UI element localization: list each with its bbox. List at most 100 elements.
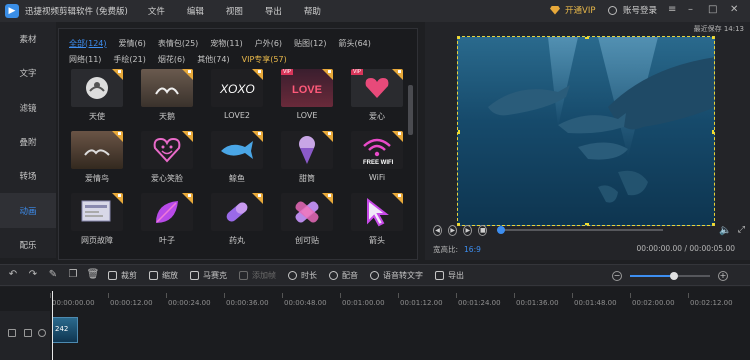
scrollbar-thumb[interactable] bbox=[408, 85, 413, 135]
ruler-tick bbox=[456, 293, 457, 298]
menu-file[interactable]: 文件 bbox=[148, 5, 165, 17]
zoom-out-icon[interactable]: − bbox=[612, 271, 622, 281]
ruler-tick bbox=[108, 293, 109, 298]
tab-fireworks[interactable]: 烟花(6) bbox=[158, 54, 185, 65]
add-frame-button[interactable]: 添加帧 bbox=[239, 270, 276, 281]
menu-icon[interactable]: ≡ bbox=[668, 5, 676, 15]
dubbing-label: 配音 bbox=[342, 270, 358, 280]
tab-vip[interactable]: VIP专享(57) bbox=[242, 54, 287, 65]
tab-love[interactable]: 爱情(6) bbox=[119, 38, 146, 49]
zoom-slider[interactable] bbox=[630, 272, 710, 280]
vip-button[interactable]: 开通VIP bbox=[550, 4, 595, 16]
resize-handle[interactable] bbox=[458, 130, 460, 134]
ruler-tick bbox=[688, 293, 689, 298]
minimize-icon[interactable]: – bbox=[688, 5, 693, 15]
material-tile[interactable]: VIP 爱心 bbox=[349, 69, 405, 122]
menu-help[interactable]: 帮助 bbox=[304, 5, 321, 17]
ruler-tick bbox=[572, 293, 573, 298]
tab-handdrawn[interactable]: 手绘(21) bbox=[113, 54, 145, 65]
tab-all[interactable]: 全部(124) bbox=[69, 38, 107, 49]
sidebar: 素材 文字 滤镜 叠附 转场 动画 配乐 bbox=[0, 22, 56, 258]
maximize-icon[interactable]: □ bbox=[708, 5, 717, 15]
material-tile[interactable]: 爱情鸟 bbox=[69, 131, 125, 184]
resize-handle[interactable] bbox=[585, 37, 589, 39]
resize-handle[interactable] bbox=[712, 37, 714, 39]
close-icon[interactable]: ✕ bbox=[730, 5, 738, 15]
sidebar-item-animation[interactable]: 动画 bbox=[0, 193, 56, 228]
webpage-icon bbox=[71, 193, 123, 231]
zoom-slider-knob[interactable] bbox=[670, 272, 678, 280]
zoom-button[interactable]: 缩放 bbox=[149, 270, 178, 281]
material-tile[interactable]: VIP LOVE LOVE bbox=[279, 69, 335, 120]
sidebar-item-filter[interactable]: 滤镜 bbox=[0, 91, 56, 125]
menu-export[interactable]: 导出 bbox=[265, 5, 282, 17]
panel-scrollbar[interactable] bbox=[408, 79, 413, 269]
stop-icon[interactable]: ■ bbox=[478, 224, 488, 236]
menu-edit[interactable]: 编辑 bbox=[187, 5, 204, 17]
material-tile[interactable]: 爱心笑脸 bbox=[139, 131, 195, 184]
material-tile[interactable]: 叶子 bbox=[139, 193, 195, 246]
edit-icon[interactable]: ✎ bbox=[48, 270, 58, 280]
material-tile[interactable]: 鲸鱼 bbox=[209, 131, 265, 184]
sidebar-item-music[interactable]: 配乐 bbox=[0, 228, 56, 262]
dubbing-button[interactable]: 配音 bbox=[329, 270, 358, 281]
material-tile[interactable]: 网页故障 bbox=[69, 193, 125, 246]
crop-button[interactable]: 裁剪 bbox=[108, 270, 137, 281]
copy-icon[interactable]: ❐ bbox=[68, 270, 78, 280]
duration-button[interactable]: 时长 bbox=[288, 270, 317, 281]
previous-icon[interactable]: ◀ bbox=[433, 224, 443, 236]
material-label: WiFi bbox=[368, 173, 386, 182]
timeline-ruler[interactable]: 00:00:00.00 00:00:12.00 00:00:24.00 00:00:3… bbox=[50, 287, 750, 311]
svg-text:LOVE: LOVE bbox=[292, 84, 322, 95]
fullscreen-icon[interactable]: ⤢ bbox=[738, 225, 745, 235]
progress-knob[interactable] bbox=[497, 226, 506, 234]
sidebar-item-text[interactable]: 文字 bbox=[0, 56, 56, 90]
leaf-icon bbox=[141, 193, 193, 231]
tab-stickers[interactable]: 贴图(12) bbox=[294, 38, 326, 49]
volume-icon[interactable]: 🔈 bbox=[719, 225, 731, 236]
tab-pets[interactable]: 宠物(11) bbox=[210, 38, 242, 49]
aspect-row: 宽高比: 16:9 00:00:00.00 / 00:00:05.00 bbox=[433, 244, 745, 255]
lock-icon[interactable] bbox=[24, 329, 32, 337]
resize-handle[interactable] bbox=[712, 130, 714, 134]
resize-handle[interactable] bbox=[458, 37, 460, 39]
playhead[interactable] bbox=[52, 291, 53, 360]
category-tabs: 全部(124) 爱情(6) 表情包(25) 宠物(11) 户外(6) 贴图(12… bbox=[69, 35, 404, 67]
delete-icon[interactable]: 🗑 bbox=[87, 270, 100, 280]
menu-view[interactable]: 视图 bbox=[226, 5, 243, 17]
eye-icon[interactable] bbox=[38, 329, 46, 337]
material-tile[interactable]: 箭头 bbox=[349, 193, 405, 246]
sidebar-item-overlay[interactable]: 叠附 bbox=[0, 125, 56, 159]
next-icon[interactable]: ▶ bbox=[463, 224, 473, 236]
material-tile[interactable]: 药丸 bbox=[209, 193, 265, 246]
material-tile[interactable]: XOXO LOVE2 bbox=[209, 69, 265, 120]
tab-arrows[interactable]: 箭头(64) bbox=[338, 38, 370, 49]
playback-progress[interactable] bbox=[497, 226, 664, 234]
clip-label: 242 bbox=[55, 325, 69, 333]
sidebar-item-transition[interactable]: 转场 bbox=[0, 159, 56, 193]
ruler-tick bbox=[224, 293, 225, 298]
undo-icon[interactable]: ↶ bbox=[8, 270, 18, 280]
redo-icon[interactable]: ↷ bbox=[28, 270, 38, 280]
zoom-in-icon[interactable]: + bbox=[718, 271, 728, 281]
zoom-label: 缩放 bbox=[162, 270, 178, 280]
tab-network[interactable]: 网络(11) bbox=[69, 54, 101, 65]
material-tile[interactable]: 天鹅 bbox=[139, 69, 195, 122]
aspect-ratio-value[interactable]: 16:9 bbox=[464, 245, 481, 254]
tab-outdoor[interactable]: 户外(6) bbox=[255, 38, 282, 49]
login-button[interactable]: 账号登录 bbox=[608, 4, 657, 16]
export-button[interactable]: 导出 bbox=[435, 270, 464, 281]
material-tile[interactable]: 创可贴 bbox=[279, 193, 335, 246]
mosaic-button[interactable]: 马赛克 bbox=[190, 270, 227, 281]
play-icon[interactable]: ▶ bbox=[448, 224, 458, 236]
material-tile[interactable]: FREE WIFI WiFi bbox=[349, 131, 405, 182]
lovebird-icon bbox=[71, 131, 123, 169]
tab-emoji[interactable]: 表情包(25) bbox=[158, 38, 198, 49]
material-tile[interactable]: 甜筒 bbox=[279, 131, 335, 184]
tab-other[interactable]: 其他(74) bbox=[197, 54, 229, 65]
speech-to-text-button[interactable]: 语音转文字 bbox=[370, 270, 423, 281]
sidebar-item-material[interactable]: 素材 bbox=[0, 22, 56, 56]
video-preview[interactable] bbox=[457, 36, 715, 226]
video-clip[interactable]: 242 bbox=[52, 317, 78, 343]
material-tile[interactable]: 天使 bbox=[69, 69, 125, 122]
